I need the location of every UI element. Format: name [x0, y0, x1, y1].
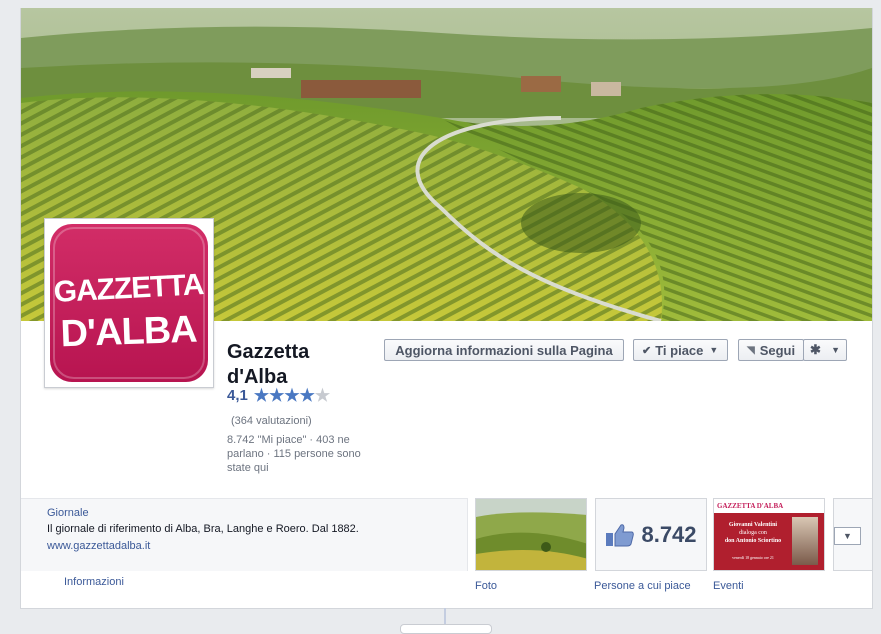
about-info-link[interactable]: Informazioni — [64, 576, 124, 588]
star-icon: ★ — [284, 386, 300, 405]
rating-count[interactable]: (364 valutazioni) — [231, 415, 312, 427]
svg-text:GAZZETTA: GAZZETTA — [53, 268, 205, 309]
more-apps-button[interactable]: ▼ — [834, 527, 861, 545]
chevron-down-icon: ▼ — [843, 531, 852, 541]
star-icon: ★ — [269, 386, 285, 405]
page-description: Il giornale di riferimento di Alba, Bra,… — [47, 523, 359, 535]
photos-tile[interactable] — [475, 498, 587, 571]
events-tile[interactable]: GAZZETTA D'ALBA Giovanni Valentini dialo… — [713, 498, 825, 571]
likes-tile[interactable]: 8.742 — [595, 498, 707, 571]
svg-text:D'ALBA: D'ALBA — [60, 309, 198, 356]
events-thumb-line1: Giovanni Valentini — [728, 522, 778, 528]
page-category[interactable]: Giornale — [47, 507, 89, 519]
settings-menu-button[interactable]: ✱ ▼ — [803, 339, 847, 361]
check-icon: ✔ — [642, 344, 652, 357]
website-link[interactable]: www.gazzettadalba.it — [47, 540, 150, 552]
photos-label[interactable]: Foto — [475, 580, 497, 592]
thumbs-up-icon — [606, 523, 635, 546]
timeline-composer-tab — [400, 624, 492, 634]
rating[interactable]: 4,1 ★ ★ ★ ★ ★ — [227, 387, 330, 404]
chevron-down-icon: ▼ — [831, 345, 840, 355]
rating-stars: ★ ★ ★ ★ ★ — [254, 387, 330, 404]
about-box: Giornale Il giornale di riferimento di A… — [21, 498, 468, 571]
events-thumb-line2: dialoga con — [739, 530, 767, 536]
follow-label: Segui — [759, 342, 796, 358]
photos-thumbnail — [476, 499, 586, 570]
page-title[interactable]: Gazzetta d'Alba — [227, 340, 367, 390]
chevron-down-icon: ▼ — [709, 345, 719, 355]
rss-icon: ◥ — [747, 344, 755, 356]
star-icon: ★ — [299, 386, 315, 405]
like-button[interactable]: ✔ Ti piace ▼ — [633, 339, 728, 361]
star-icon: ★ — [253, 386, 270, 405]
gazzetta-logo: GAZZETTA D'ALBA — [50, 224, 208, 382]
page-stats: 8.742 "Mi piace" · 403 ne parlano · 115 … — [227, 434, 361, 474]
events-thumb-brand: GAZZETTA D'ALBA — [717, 502, 784, 510]
update-info-label: Aggiorna informazioni sulla Pagina — [395, 342, 613, 358]
gear-icon: ✱ — [810, 342, 821, 357]
profile-picture[interactable]: GAZZETTA D'ALBA — [44, 218, 214, 388]
events-thumb-line3: don Antonio Sciortino — [724, 538, 782, 544]
update-info-button[interactable]: Aggiorna informazioni sulla Pagina — [384, 339, 624, 361]
events-thumb-date: venerdì 18 gennaio ore 21 — [732, 555, 774, 560]
likes-label[interactable]: Persone a cui piace — [594, 580, 691, 592]
events-thumbnail: GAZZETTA D'ALBA Giovanni Valentini dialo… — [714, 499, 824, 570]
page-header-card: GAZZETTA D'ALBA Gazzetta d'Alba 4,1 ★ ★ … — [20, 8, 873, 609]
speaker-photo — [792, 517, 818, 565]
rating-value: 4,1 — [227, 387, 248, 404]
follow-button[interactable]: ◥ Segui — [738, 339, 804, 361]
more-apps-tile: ▼ — [833, 498, 872, 571]
like-label: Ti piace — [655, 342, 704, 358]
star-empty-icon: ★ — [314, 386, 331, 405]
events-label[interactable]: Eventi — [713, 580, 744, 592]
likes-count: 8.742 — [641, 521, 697, 547]
